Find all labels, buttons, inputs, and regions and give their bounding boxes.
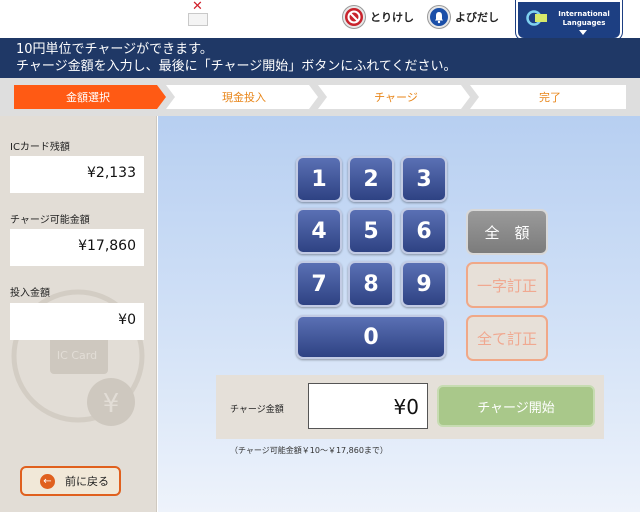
step-complete: 完了 <box>539 91 561 104</box>
call-label: よびだし <box>455 11 499 24</box>
key-1[interactable]: 1 <box>296 156 342 202</box>
back-label: 前に戻る <box>65 475 109 488</box>
prohibited-icon <box>343 6 365 28</box>
language-logo-icon <box>526 10 547 26</box>
instruction-banner: 10円単位でチャージができます。 チャージ金額を入力し、最後に「チャージ開始」ボ… <box>0 38 640 78</box>
balance-label: ICカード残額 <box>10 142 70 153</box>
chargeable-label: チャージ可能金額 <box>10 215 90 226</box>
step-charge: チャージ <box>374 91 418 104</box>
key-2[interactable]: 2 <box>348 156 394 202</box>
chevron-down-icon <box>579 30 587 35</box>
key-0[interactable]: 0 <box>296 315 446 359</box>
charge-amount-panel: チャージ金額 ¥0 チャージ開始 <box>216 375 604 439</box>
key-4[interactable]: 4 <box>296 208 342 254</box>
bell-icon <box>428 6 450 28</box>
cancel-button[interactable]: とりけし <box>343 5 414 29</box>
balance-value: ¥2,133 <box>10 156 144 193</box>
charge-amount-field: ¥0 <box>308 383 428 429</box>
arrow-left-icon: ← <box>40 473 55 489</box>
instruction-line-1: 10円単位でチャージができます。 <box>16 42 213 57</box>
back-button[interactable]: ← 前に戻る <box>20 466 121 496</box>
charge-amount-label: チャージ金額 <box>230 405 284 415</box>
watermark-yen: ¥ <box>103 389 120 419</box>
key-8[interactable]: 8 <box>348 261 394 307</box>
cancel-label: とりけし <box>370 11 414 24</box>
step-indicator: 金額選択 現金投入 チャージ 完了 <box>0 78 640 116</box>
left-panel: IC Card ¥ ICカード残額 ¥2,133 チャージ可能金額 ¥17,86… <box>0 116 157 512</box>
step-amount-select: 金額選択 <box>66 91 110 104</box>
step-cash-insert: 現金投入 <box>222 91 266 104</box>
key-6[interactable]: 6 <box>401 208 447 254</box>
international-languages-button[interactable]: International Languages <box>516 0 622 40</box>
call-staff-button[interactable]: よびだし <box>428 5 499 29</box>
key-3[interactable]: 3 <box>401 156 447 202</box>
instruction-line-2: チャージ金額を入力し、最後に「チャージ開始」ボタンにふれてください。 <box>16 59 457 74</box>
inserted-value: ¥0 <box>10 303 144 340</box>
card-error-icon: ✕ <box>186 0 210 29</box>
key-7[interactable]: 7 <box>296 261 342 307</box>
start-charge-button[interactable]: チャージ開始 <box>437 385 595 427</box>
key-9[interactable]: 9 <box>401 261 447 307</box>
clear-all-button[interactable]: 全て訂正 <box>466 315 548 361</box>
key-5[interactable]: 5 <box>348 208 394 254</box>
charge-range-note: （チャージ可能金額￥10～￥17,860まで） <box>230 446 388 455</box>
language-label: International Languages <box>558 10 610 27</box>
backspace-button[interactable]: 一字訂正 <box>466 262 548 308</box>
inserted-label: 投入金額 <box>10 288 50 299</box>
watermark-label: IC Card <box>57 349 97 362</box>
full-amount-button[interactable]: 全 額 <box>466 209 548 255</box>
chargeable-value: ¥17,860 <box>10 229 144 266</box>
main-panel: 1 2 3 4 5 6 7 8 9 0 全 額 一字訂正 全て訂正 チャージ金額… <box>158 116 640 512</box>
top-bar: ✕ とりけし よびだし International Languages <box>0 0 640 40</box>
